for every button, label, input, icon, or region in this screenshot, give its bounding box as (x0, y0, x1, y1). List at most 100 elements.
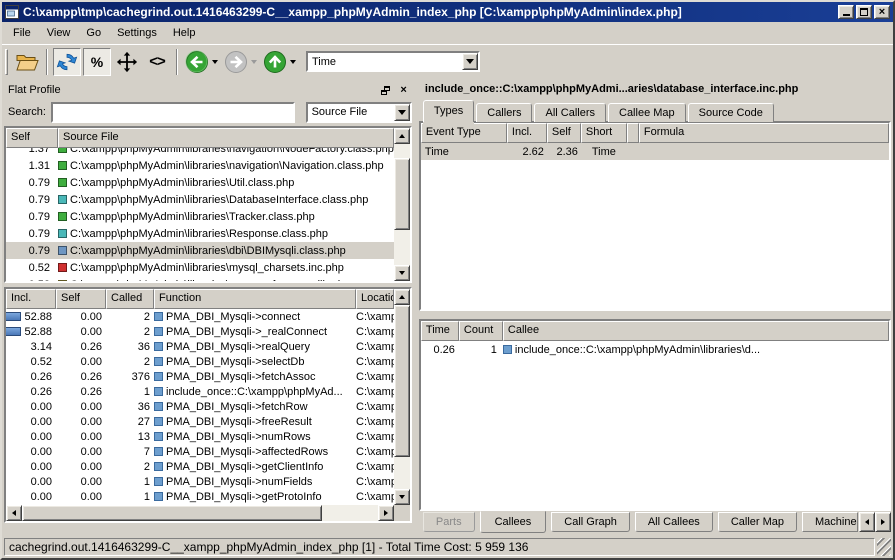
function-row[interactable]: 0.520.002PMA_DBI_Mysqli->selectDbC:\xamp… (6, 354, 394, 369)
column-header-incl-[interactable]: Incl. (507, 123, 547, 143)
source-file-row[interactable]: 0.52C:\xampp\phpMyAdmin\libraries\user_p… (6, 276, 394, 281)
function-row[interactable]: 0.000.007PMA_DBI_Mysqli->affectedRowsC:\… (6, 444, 394, 459)
incl-cost-value: 0.52 (31, 356, 52, 368)
column-header-self[interactable]: Self (547, 123, 581, 143)
column-header-self[interactable]: Self (56, 289, 106, 309)
relative-percent-button[interactable]: % (83, 48, 111, 76)
forward-dropdown-icon[interactable] (251, 60, 257, 64)
up-button[interactable] (261, 48, 298, 76)
column-header-source-file[interactable]: Source File (58, 128, 394, 148)
tab-caller-map[interactable]: Caller Map (718, 512, 797, 532)
scroll-left-button[interactable] (6, 505, 22, 521)
tab-types[interactable]: Types (423, 100, 474, 122)
scroll-up-button[interactable] (394, 289, 410, 305)
back-button[interactable] (183, 48, 220, 76)
column-header-count[interactable]: Count (459, 321, 503, 341)
menu-help[interactable]: Help (166, 24, 203, 42)
menu-view[interactable]: View (40, 24, 78, 42)
column-header-self[interactable]: Self (6, 128, 58, 148)
scroll-thumb[interactable] (394, 158, 410, 230)
event-type-dropdown-button[interactable] (462, 53, 478, 70)
up-dropdown-icon[interactable] (290, 60, 296, 64)
function-row[interactable]: 0.260.261include_once::C:\xampp\phpMyAd.… (6, 384, 394, 399)
dock-close-button[interactable]: × (396, 83, 412, 97)
function-row[interactable]: 0.000.0027PMA_DBI_Mysqli->freeResultC:\x… (6, 414, 394, 429)
source-file-path: C:\xampp\phpMyAdmin\libraries\Response.c… (70, 228, 328, 240)
source-file-row[interactable]: 1.37C:\xampp\phpMyAdmin\libraries\naviga… (6, 148, 394, 157)
tab-callees[interactable]: Callees (480, 511, 547, 533)
forward-button[interactable] (222, 48, 259, 76)
tab-scroll-left-button[interactable] (859, 512, 875, 532)
scroll-thumb[interactable] (394, 305, 410, 457)
source-file-row[interactable]: 0.79C:\xampp\phpMyAdmin\libraries\Tracke… (6, 208, 394, 225)
scroll-down-button[interactable] (394, 489, 410, 505)
function-row[interactable]: 0.000.0036PMA_DBI_Mysqli->fetchRowC:\xam… (6, 399, 394, 414)
source-file-row[interactable]: 0.52C:\xampp\phpMyAdmin\libraries\mysql_… (6, 259, 394, 276)
search-input[interactable] (51, 102, 295, 123)
toolbar-handle[interactable] (5, 49, 8, 75)
function-row[interactable]: 0.260.26376PMA_DBI_Mysqli->fetchAssocC:\… (6, 369, 394, 384)
tab-all-callers[interactable]: All Callers (534, 103, 606, 122)
incl-cost-cell: 0.00 (6, 491, 56, 503)
menu-go[interactable]: Go (79, 24, 108, 42)
close-button[interactable]: × (874, 5, 890, 19)
source-file-row[interactable]: 0.79C:\xampp\phpMyAdmin\libraries\Util.c… (6, 174, 394, 191)
relative-to-parent-button[interactable] (113, 48, 141, 76)
tab-scroll-right-button[interactable] (875, 512, 891, 532)
tab-machine[interactable]: Machine (802, 512, 858, 532)
column-header-callee[interactable]: Callee (503, 321, 889, 341)
tab-callee-map[interactable]: Callee Map (608, 103, 686, 122)
functions-hscrollbar[interactable] (6, 505, 394, 521)
menu-settings[interactable]: Settings (110, 24, 164, 42)
function-row[interactable]: 52.880.002PMA_DBI_Mysqli->connectC:\xamp… (6, 309, 394, 324)
grouping-dropdown-button[interactable] (394, 104, 410, 121)
tab-all-callees[interactable]: All Callees (635, 512, 713, 532)
source-file-row[interactable]: 0.79C:\xampp\phpMyAdmin\libraries\Respon… (6, 225, 394, 242)
source-file-row[interactable]: 0.79C:\xampp\phpMyAdmin\libraries\Databa… (6, 191, 394, 208)
tab-source-code[interactable]: Source Code (688, 103, 774, 122)
function-row[interactable]: 0.000.002PMA_DBI_Mysqli->getClientInfoC:… (6, 459, 394, 474)
function-row[interactable]: 0.000.001PMA_DBI_Mysqli->numFieldsC:\xam… (6, 474, 394, 489)
shorten-templates-button[interactable]: <> (143, 48, 171, 76)
function-row[interactable]: 3.140.2636PMA_DBI_Mysqli->realQueryC:\xa… (6, 339, 394, 354)
column-header-function[interactable]: Function (154, 289, 356, 309)
resize-grip[interactable] (877, 538, 891, 556)
column-header-location[interactable]: Location (356, 289, 394, 309)
event-type-selector[interactable]: Time (306, 51, 480, 72)
function-row[interactable]: 0.000.0013PMA_DBI_Mysqli->numRowsC:\xamp… (6, 429, 394, 444)
scroll-thumb[interactable] (22, 505, 322, 521)
dock-float-button[interactable] (378, 83, 394, 97)
callee-row[interactable]: 0.261include_once::C:\xampp\phpMyAdmin\l… (421, 341, 889, 358)
function-row[interactable]: 0.000.001PMA_DBI_Mysqli->getProtoInfoC:\… (6, 489, 394, 504)
detail-bottom-tabs: PartsCalleesCall GraphAll CalleesCaller … (419, 512, 891, 536)
tab-call-graph[interactable]: Call Graph (551, 512, 630, 532)
back-dropdown-icon[interactable] (212, 60, 218, 64)
open-file-button[interactable] (13, 48, 41, 76)
column-header-short[interactable]: Short (581, 123, 627, 143)
source-file-row[interactable]: 1.31C:\xampp\phpMyAdmin\libraries\naviga… (6, 157, 394, 174)
minimize-button[interactable] (838, 5, 854, 19)
menu-file[interactable]: File (6, 24, 38, 42)
tab-callers[interactable]: Callers (476, 103, 532, 122)
scroll-up-button[interactable] (394, 128, 410, 144)
column-header-called[interactable]: Called (106, 289, 154, 309)
column-header-time[interactable]: Time (421, 321, 459, 341)
self-cost-value: 0.00 (56, 476, 106, 488)
refresh-button[interactable] (53, 48, 81, 76)
incl-cost-cell: 0.00 (6, 401, 56, 413)
scroll-right-button[interactable] (378, 505, 394, 521)
maximize-button[interactable] (856, 5, 872, 19)
column-header-formula[interactable]: Formula (639, 123, 889, 143)
column-header-spacer[interactable] (627, 123, 639, 143)
source-file-row[interactable]: 0.79C:\xampp\phpMyAdmin\libraries\dbi\DB… (6, 242, 394, 259)
grouping-selector[interactable]: Source File (306, 102, 412, 123)
column-header-incl-[interactable]: Incl. (6, 289, 56, 309)
scroll-down-button[interactable] (394, 265, 410, 281)
function-row[interactable]: 52.880.002PMA_DBI_Mysqli->_realConnectC:… (6, 324, 394, 339)
incl-cost-value: 0.00 (31, 476, 52, 488)
event-type-row[interactable]: Time2.622.36Time (421, 143, 889, 160)
source-files-vscrollbar[interactable] (394, 128, 410, 281)
column-header-event-type[interactable]: Event Type (421, 123, 507, 143)
functions-vscrollbar[interactable] (394, 289, 410, 505)
function-icon (154, 402, 163, 411)
